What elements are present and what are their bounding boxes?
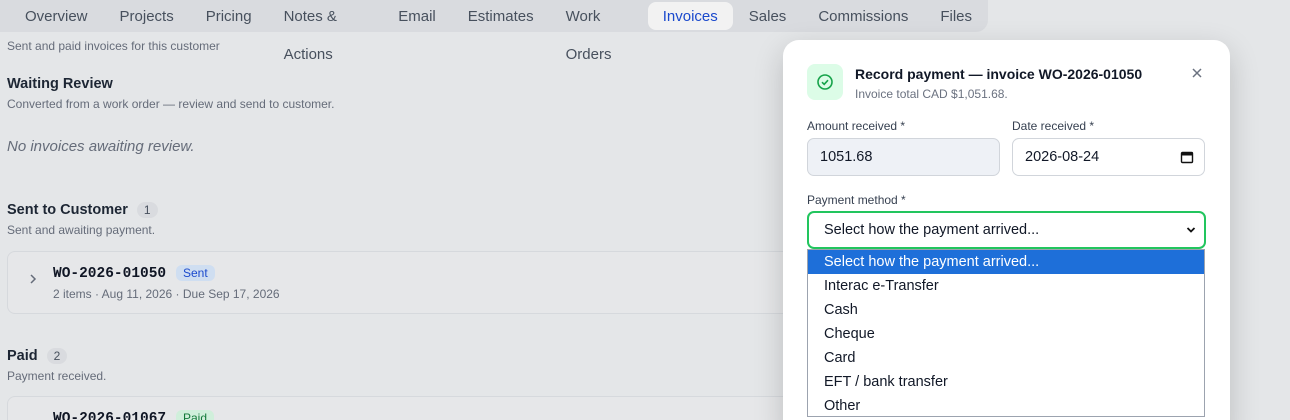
option-interac[interactable]: Interac e-Transfer — [808, 274, 1204, 298]
payment-method-label: Payment method * — [807, 193, 906, 207]
amount-label: Amount received * — [807, 119, 906, 133]
payment-method-options: Select how the payment arrived... Intera… — [807, 249, 1205, 417]
payment-method-value: Select how the payment arrived... — [824, 222, 1040, 238]
close-icon[interactable] — [1190, 66, 1204, 80]
amount-input[interactable]: 1051.68 — [807, 138, 1000, 176]
option-cheque[interactable]: Cheque — [808, 322, 1204, 346]
calendar-icon[interactable] — [1180, 150, 1194, 164]
option-other[interactable]: Other — [808, 394, 1204, 418]
date-label: Date received * — [1012, 119, 1095, 133]
modal-subtitle: Invoice total CAD $1,051.68. — [855, 87, 1008, 101]
date-value: 2026-08-24 — [1025, 149, 1100, 165]
date-input[interactable]: 2026-08-24 — [1012, 138, 1205, 176]
option-placeholder[interactable]: Select how the payment arrived... — [808, 250, 1204, 274]
chevron-down-icon — [1186, 227, 1196, 233]
modal-title: Record payment — invoice WO-2026-01050 — [855, 66, 1143, 82]
option-card[interactable]: Card — [808, 346, 1204, 370]
payment-method-select[interactable]: Select how the payment arrived... — [807, 211, 1206, 249]
option-cash[interactable]: Cash — [808, 298, 1204, 322]
option-eft[interactable]: EFT / bank transfer — [808, 370, 1204, 394]
check-circle-icon — [807, 64, 843, 100]
